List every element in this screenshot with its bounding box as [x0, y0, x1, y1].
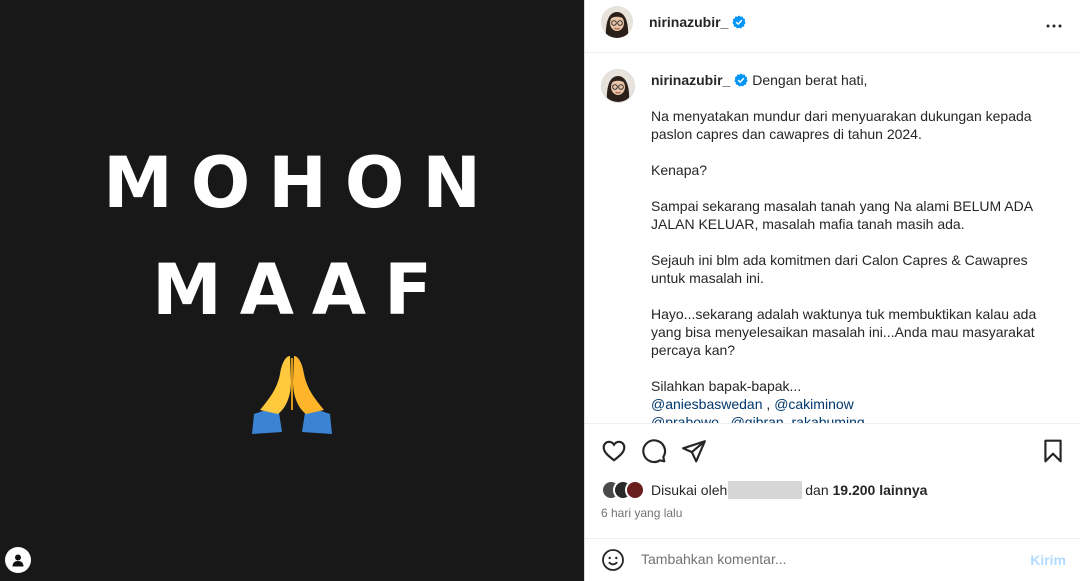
caption-username[interactable]: nirinazubir_ [651, 72, 730, 88]
comment-bar: Kirim [585, 538, 1080, 581]
comment-icon[interactable] [641, 438, 667, 464]
header-username[interactable]: nirinazubir_ [649, 14, 728, 30]
caption-closing: Silahkan bapak-bapak... [651, 378, 802, 394]
post-header: nirinazubir_ [585, 0, 1080, 53]
mention-link-partial[interactable]: @prabowo , @gibran_rakabuming [651, 413, 1051, 423]
comment-input[interactable] [641, 551, 1001, 567]
mention-link[interactable]: @aniesbaswedan [651, 396, 763, 412]
likes-middle: dan [805, 482, 829, 498]
user-icon [12, 554, 24, 567]
tagged-user-button[interactable] [5, 547, 31, 573]
likes-count[interactable]: 19.200 lainnya [833, 482, 928, 498]
caption-paragraph: Sejauh ini blm ada komitmen dari Calon C… [651, 252, 1028, 286]
caption-section: nirinazubir_ Dengan berat hati, Na menya… [585, 53, 1080, 423]
post-media[interactable]: MOHON MAAF [0, 0, 584, 581]
folded-hands-emoji-icon [252, 356, 332, 434]
liker-avatar [625, 480, 645, 500]
caption-author-avatar[interactable] [601, 69, 635, 103]
avatar-image [601, 6, 633, 38]
post-timestamp[interactable]: 6 hari yang lalu [601, 506, 682, 520]
smiley-icon[interactable] [601, 548, 625, 572]
post-details-panel: nirinazubir_ nirinazubir_ Dengan berat h… [584, 0, 1080, 581]
more-options-icon[interactable] [1042, 14, 1066, 38]
mention-separator: , [762, 396, 775, 412]
caption-text: nirinazubir_ Dengan berat hati, Na menya… [651, 71, 1051, 423]
media-text-line2: MAAF [152, 249, 450, 331]
author-avatar[interactable] [601, 6, 633, 38]
bookmark-icon[interactable] [1040, 438, 1066, 464]
likes-prefix: Disukai oleh [651, 482, 728, 498]
post-comment-button[interactable]: Kirim [1030, 552, 1066, 568]
caption-paragraph: Sampai sekarang masalah tanah yang Na al… [651, 198, 1033, 232]
avatar-image [602, 70, 634, 102]
caption-first-line: Dengan berat hati, [752, 72, 868, 88]
redacted-username [728, 481, 803, 499]
mention-link[interactable]: @cakiminow [774, 396, 854, 412]
media-text-line1: MOHON [103, 142, 499, 224]
verified-badge-icon [734, 73, 748, 87]
caption-paragraph: Kenapa? [651, 162, 708, 178]
heart-icon[interactable] [601, 438, 627, 464]
action-bar [585, 423, 1080, 477]
send-icon[interactable] [681, 438, 707, 464]
liker-avatars[interactable] [601, 480, 645, 500]
caption-paragraph: Na menyatakan mundur dari menyuarakan du… [651, 108, 1032, 142]
likes-row: Disukai oleh dan 19.200 lainnya [601, 480, 927, 500]
verified-badge-icon [732, 15, 746, 29]
caption-paragraph: Hayo...sekarang adalah waktunya tuk memb… [651, 306, 1037, 358]
